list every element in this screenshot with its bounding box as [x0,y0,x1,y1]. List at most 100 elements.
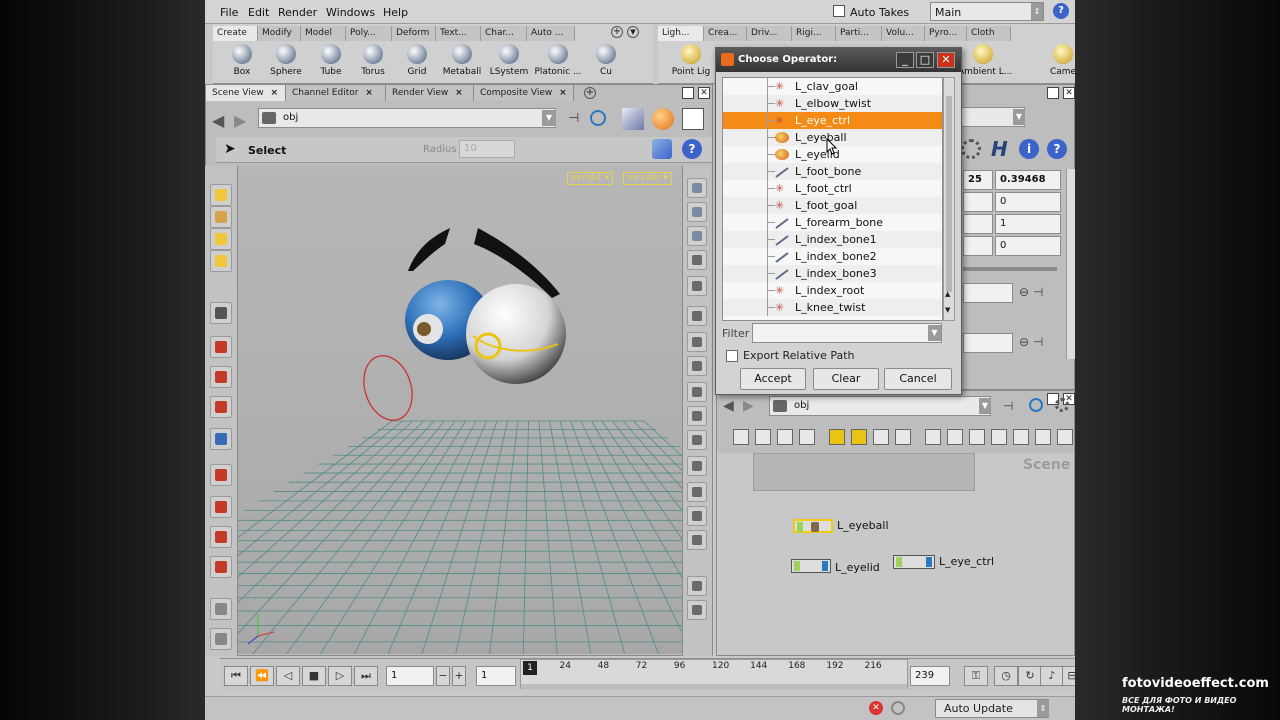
shelf-right-tab-2[interactable]: Driv... [747,26,792,41]
viewport-tool-9[interactable] [210,464,232,486]
shelf-right-tab-7[interactable]: Cloth [967,26,1011,41]
display-tool-5[interactable] [687,306,707,326]
menu-help[interactable]: Help [383,6,408,19]
add-shelf-icon[interactable]: + [611,26,623,38]
operator-item[interactable]: ✳ L_knee_twist [723,299,942,316]
display-tool-1[interactable] [687,202,707,222]
add-pane-icon[interactable]: + [584,87,596,99]
node-l-eyelid[interactable] [791,559,831,573]
minimize-icon[interactable]: _ [896,52,914,68]
net-back-icon[interactable]: ◀ [723,398,734,414]
playhead-marker[interactable]: 1 [523,661,537,675]
net-path-field[interactable]: obj [769,396,991,416]
shelf-tab-5[interactable]: Text... [436,26,481,41]
select-arrow-icon[interactable]: ➤ [224,141,236,157]
tree-scrollbar[interactable]: ▲ ▼ [943,77,955,321]
loop-icon[interactable]: ↻ [1018,666,1042,686]
param-field-d-left[interactable] [963,214,993,234]
operator-item[interactable]: ✳ L_foot_goal [723,197,942,214]
shelf-tool-6[interactable]: LSystem [484,42,534,82]
play-reverse-button[interactable]: ◁ [276,666,300,686]
shelf-tool-3[interactable]: Torus [348,42,398,82]
network-tool-icon[interactable] [755,429,771,445]
shelf-tab-1[interactable]: Modify [258,26,301,41]
shelf-tool-8[interactable]: Cu [581,42,631,82]
key-icon[interactable]: ⚿ [964,666,988,686]
operator-item[interactable]: ✳ L_clav_goal [723,78,942,95]
shelf-tool-1[interactable]: Sphere [261,42,311,82]
iris[interactable] [417,322,431,336]
param-value-a[interactable]: 25 [963,170,993,190]
shelf-tool-4[interactable]: Grid [392,42,442,82]
close-icon[interactable]: ✕ [937,52,955,68]
operator-item[interactable]: ✳ L_eye_ctrl [723,112,942,129]
pin-icon[interactable]: ⊣ [568,111,579,126]
param-field-c-left[interactable] [963,192,993,212]
shelf-menu-icon[interactable]: ▼ [627,26,639,38]
operator-item[interactable]: ✳ L_elbow_twist [723,95,942,112]
display-tool-3[interactable] [687,250,707,270]
network-tool-icon[interactable] [777,429,793,445]
network-tool-icon[interactable] [1057,429,1073,445]
scroll-down-icon[interactable]: ▼ [945,306,950,314]
node-l-eyeball[interactable] [793,519,833,533]
realtime-icon[interactable]: ◷ [994,666,1018,686]
network-tool-icon[interactable] [851,429,867,445]
control-circle[interactable] [356,350,420,427]
param-dropdown-icon[interactable]: ▼ [1013,109,1025,125]
snap-icon[interactable] [652,139,672,159]
param-value-d[interactable]: 1 [995,214,1061,234]
display-tool-14[interactable] [687,530,707,550]
radius-field[interactable]: 10 [459,140,515,158]
viewport-tool-2[interactable] [210,228,232,250]
play-button[interactable]: ▷ [328,666,352,686]
operator-item[interactable]: ✳ L_index_root [723,282,942,299]
display-tool-7[interactable] [687,356,707,376]
node-l-eye-ctrl[interactable] [893,555,935,569]
light-tool-2[interactable]: Came [1038,42,1075,82]
forward-arrow-icon[interactable]: ▶ [234,111,246,130]
net-link-icon[interactable] [1029,398,1043,412]
shelf-tab-0[interactable]: Create [213,26,258,41]
shelf-tool-7[interactable]: Platonic ... [533,42,583,82]
auto-takes-checkbox[interactable] [833,5,845,17]
net-path-dropdown-icon[interactable]: ▼ [979,398,991,414]
network-tool-icon[interactable] [1035,429,1051,445]
display-tool-6[interactable] [687,332,707,352]
shelf-right-tab-4[interactable]: Parti... [836,26,882,41]
viewport-tool-0[interactable] [210,184,232,206]
timeline-ruler[interactable]: 1 24 48 72 96 120 144 168 192 216 [520,659,908,689]
pane-tab-close-icon[interactable]: × [271,88,279,98]
menu-edit[interactable]: Edit [248,6,269,19]
camera-menu[interactable]: persp1 ▾ [567,172,614,185]
frame-increment-button[interactable]: + [452,666,466,686]
help-icon[interactable]: ? [1053,3,1069,19]
pane-tab-0[interactable]: Scene View × [206,85,286,101]
viewport-tool-12[interactable] [210,556,232,578]
houdini-h-icon[interactable]: H [991,137,1008,161]
param-field-e-left[interactable] [963,236,993,256]
network-tool-icon[interactable] [733,429,749,445]
shelf-tab-3[interactable]: Poly... [346,26,392,41]
filter-input[interactable] [752,323,942,343]
network-tool-icon[interactable] [829,429,845,445]
search-icon[interactable] [891,701,905,715]
range-end-field[interactable]: 239 [910,666,950,686]
timeline-scroll[interactable] [521,684,907,689]
pane-tab-2[interactable]: Render View × [386,85,474,101]
operator-item[interactable]: L_index_bone2 [723,248,942,265]
operator-item[interactable]: ✳ L_foot_ctrl [723,180,942,197]
export-relative-checkbox[interactable] [726,350,738,362]
accept-button[interactable]: Accept [740,368,806,390]
network-tool-icon[interactable] [1013,429,1029,445]
display-tool-0[interactable] [687,178,707,198]
display-tool-15[interactable] [687,576,707,596]
param-scrollbar[interactable] [1066,169,1075,359]
operator-item[interactable]: L_index_bone1 [723,231,942,248]
link-icon[interactable] [590,110,606,126]
pane-tab-1[interactable]: Channel Editor × [286,85,386,101]
operator-tree[interactable]: ✳ L_clav_goal ✳ L_elbow_twist ✳ L_eye_ctrl L_e… [722,77,943,321]
display-tool-2[interactable] [687,226,707,246]
clear-button[interactable]: Clear [813,368,879,390]
light-tool-1[interactable]: Ambient L... [958,42,1012,82]
